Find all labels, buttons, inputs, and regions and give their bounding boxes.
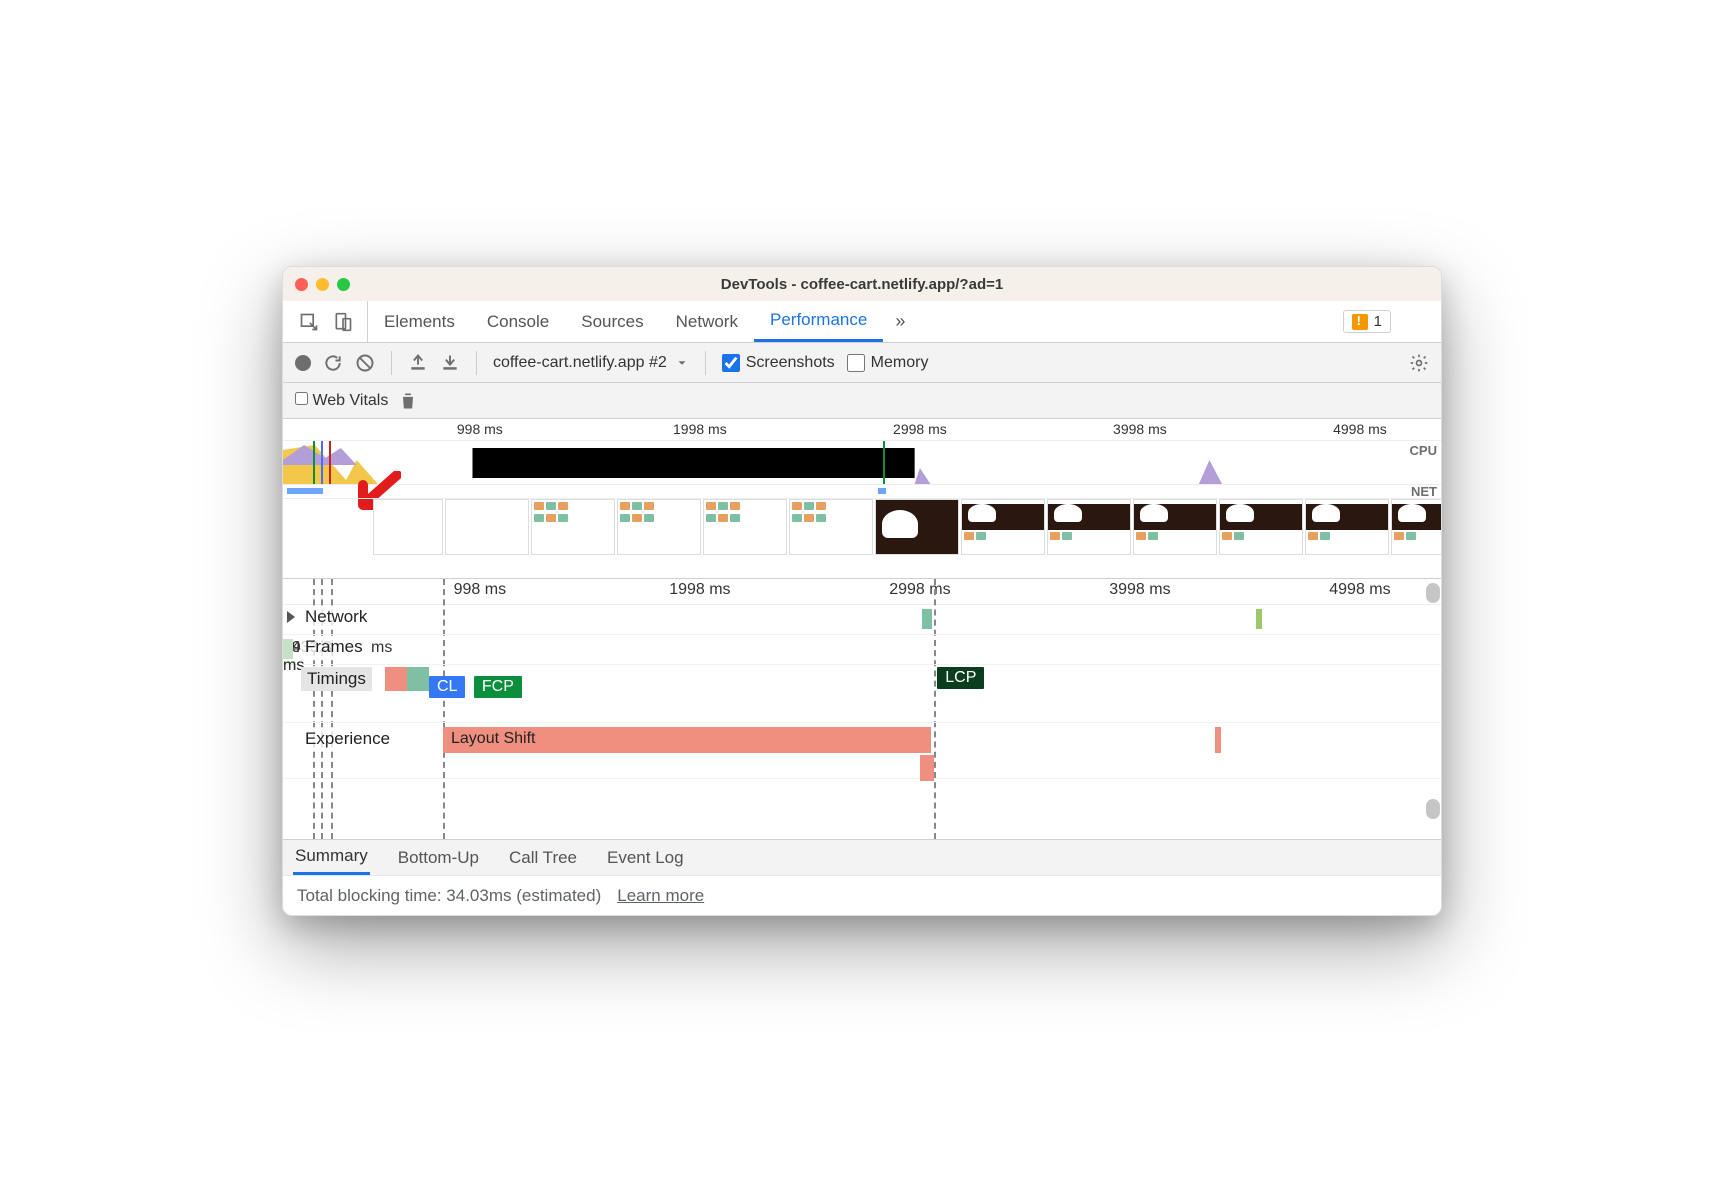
tab-network[interactable]: Network xyxy=(660,301,754,342)
track-timings: Timings CL FCP LCP xyxy=(283,665,1441,723)
filmstrip-thumb[interactable] xyxy=(617,499,701,555)
learn-more-link[interactable]: Learn more xyxy=(617,886,704,906)
devtools-tabs: Elements Console Sources Network Perform… xyxy=(283,301,1441,343)
filmstrip-thumb[interactable] xyxy=(373,499,443,555)
total-blocking-time: Total blocking time: 34.03ms (estimated) xyxy=(297,886,601,906)
track-network: Network xyxy=(283,605,1441,635)
btab-call-tree[interactable]: Call Tree xyxy=(507,842,579,874)
reload-icon[interactable] xyxy=(323,353,343,373)
tab-elements[interactable]: Elements xyxy=(368,301,471,342)
filmstrip-thumb[interactable] xyxy=(703,499,787,555)
recording-name: coffee-cart.netlify.app #2 xyxy=(493,354,667,372)
devtools-window: DevTools - coffee-cart.netlify.app/?ad=1… xyxy=(282,266,1442,916)
scrollbar-thumb[interactable] xyxy=(1426,799,1440,819)
save-profile-icon[interactable] xyxy=(440,353,460,373)
filmstrip-thumb[interactable] xyxy=(875,499,959,555)
overview-pane[interactable]: 998 ms 1998 ms 2998 ms 3998 ms 4998 ms C… xyxy=(283,419,1441,579)
track-frames: Frames ms 1933.3 ms 1433.3 ms xyxy=(283,635,1441,665)
overview-ruler: 998 ms 1998 ms 2998 ms 3998 ms 4998 ms xyxy=(283,419,1441,441)
filmstrip-thumb[interactable] xyxy=(1133,499,1217,555)
recording-selector[interactable]: coffee-cart.netlify.app #2 xyxy=(493,354,689,372)
timing-cl-badge[interactable]: CL xyxy=(429,676,465,698)
main-timeline-pane[interactable]: 998 ms 1998 ms 2998 ms 3998 ms 4998 ms N… xyxy=(283,579,1441,839)
filmstrip-thumb[interactable] xyxy=(1047,499,1131,555)
tab-sources[interactable]: Sources xyxy=(565,301,659,342)
delete-icon[interactable] xyxy=(398,391,418,411)
record-button[interactable] xyxy=(295,355,311,371)
layout-shift-bar[interactable] xyxy=(1215,727,1221,753)
filmstrip-thumb[interactable] xyxy=(1305,499,1389,555)
filmstrip-thumb[interactable] xyxy=(789,499,873,555)
perf-toolbar-2: Web Vitals xyxy=(283,383,1441,419)
device-toggle-icon[interactable] xyxy=(333,312,353,332)
btab-bottom-up[interactable]: Bottom-Up xyxy=(396,842,481,874)
load-profile-icon[interactable] xyxy=(408,353,428,373)
btab-event-log[interactable]: Event Log xyxy=(605,842,686,874)
btab-summary[interactable]: Summary xyxy=(293,840,370,875)
timing-lcp-badge[interactable]: LCP xyxy=(937,667,984,689)
layout-shift-bar[interactable] xyxy=(920,755,934,781)
screenshots-checkbox[interactable]: Screenshots xyxy=(722,354,835,372)
filmstrip xyxy=(283,499,1441,555)
filmstrip-thumb[interactable] xyxy=(1391,499,1441,555)
net-label: NET xyxy=(1411,484,1437,499)
window-title: DevTools - coffee-cart.netlify.app/?ad=1 xyxy=(283,276,1441,293)
filmstrip-thumb[interactable] xyxy=(531,499,615,555)
expand-network-icon[interactable] xyxy=(287,611,295,623)
settings-gear-icon[interactable] xyxy=(1391,312,1411,332)
scrollbar-thumb[interactable] xyxy=(1426,583,1440,603)
filmstrip-thumb[interactable] xyxy=(445,499,529,555)
capture-settings-gear-icon[interactable] xyxy=(1409,353,1429,373)
status-bar: Total blocking time: 34.03ms (estimated)… xyxy=(283,875,1441,915)
filmstrip-thumb[interactable] xyxy=(1219,499,1303,555)
tab-console[interactable]: Console xyxy=(471,301,565,342)
chevron-down-icon xyxy=(675,356,689,370)
track-experience: Experience Layout Shift xyxy=(283,723,1441,779)
issues-count: 1 xyxy=(1374,313,1382,330)
timing-fcp-badge[interactable]: FCP xyxy=(474,676,522,698)
perf-toolbar: coffee-cart.netlify.app #2 Screenshots M… xyxy=(283,343,1441,383)
layout-shift-bar[interactable]: Layout Shift xyxy=(443,727,931,753)
issues-icon xyxy=(1352,314,1368,330)
titlebar: DevTools - coffee-cart.netlify.app/?ad=1 xyxy=(283,267,1441,301)
clear-icon[interactable] xyxy=(355,353,375,373)
memory-checkbox[interactable]: Memory xyxy=(847,354,929,372)
web-vitals-checkbox[interactable]: Web Vitals xyxy=(295,392,388,410)
kebab-menu-icon[interactable] xyxy=(1411,312,1431,332)
tabs-more[interactable]: » xyxy=(883,311,917,332)
overview-net-row: NET xyxy=(283,485,1441,499)
tab-performance[interactable]: Performance xyxy=(754,301,883,342)
overview-cpu-row: CPU xyxy=(283,441,1441,485)
issues-badge[interactable]: 1 xyxy=(1343,310,1391,333)
main-ruler: 998 ms 1998 ms 2998 ms 3998 ms 4998 ms xyxy=(283,579,1441,605)
inspect-element-icon[interactable] xyxy=(299,312,319,332)
filmstrip-thumb[interactable] xyxy=(961,499,1045,555)
details-tabs: Summary Bottom-Up Call Tree Event Log xyxy=(283,839,1441,875)
